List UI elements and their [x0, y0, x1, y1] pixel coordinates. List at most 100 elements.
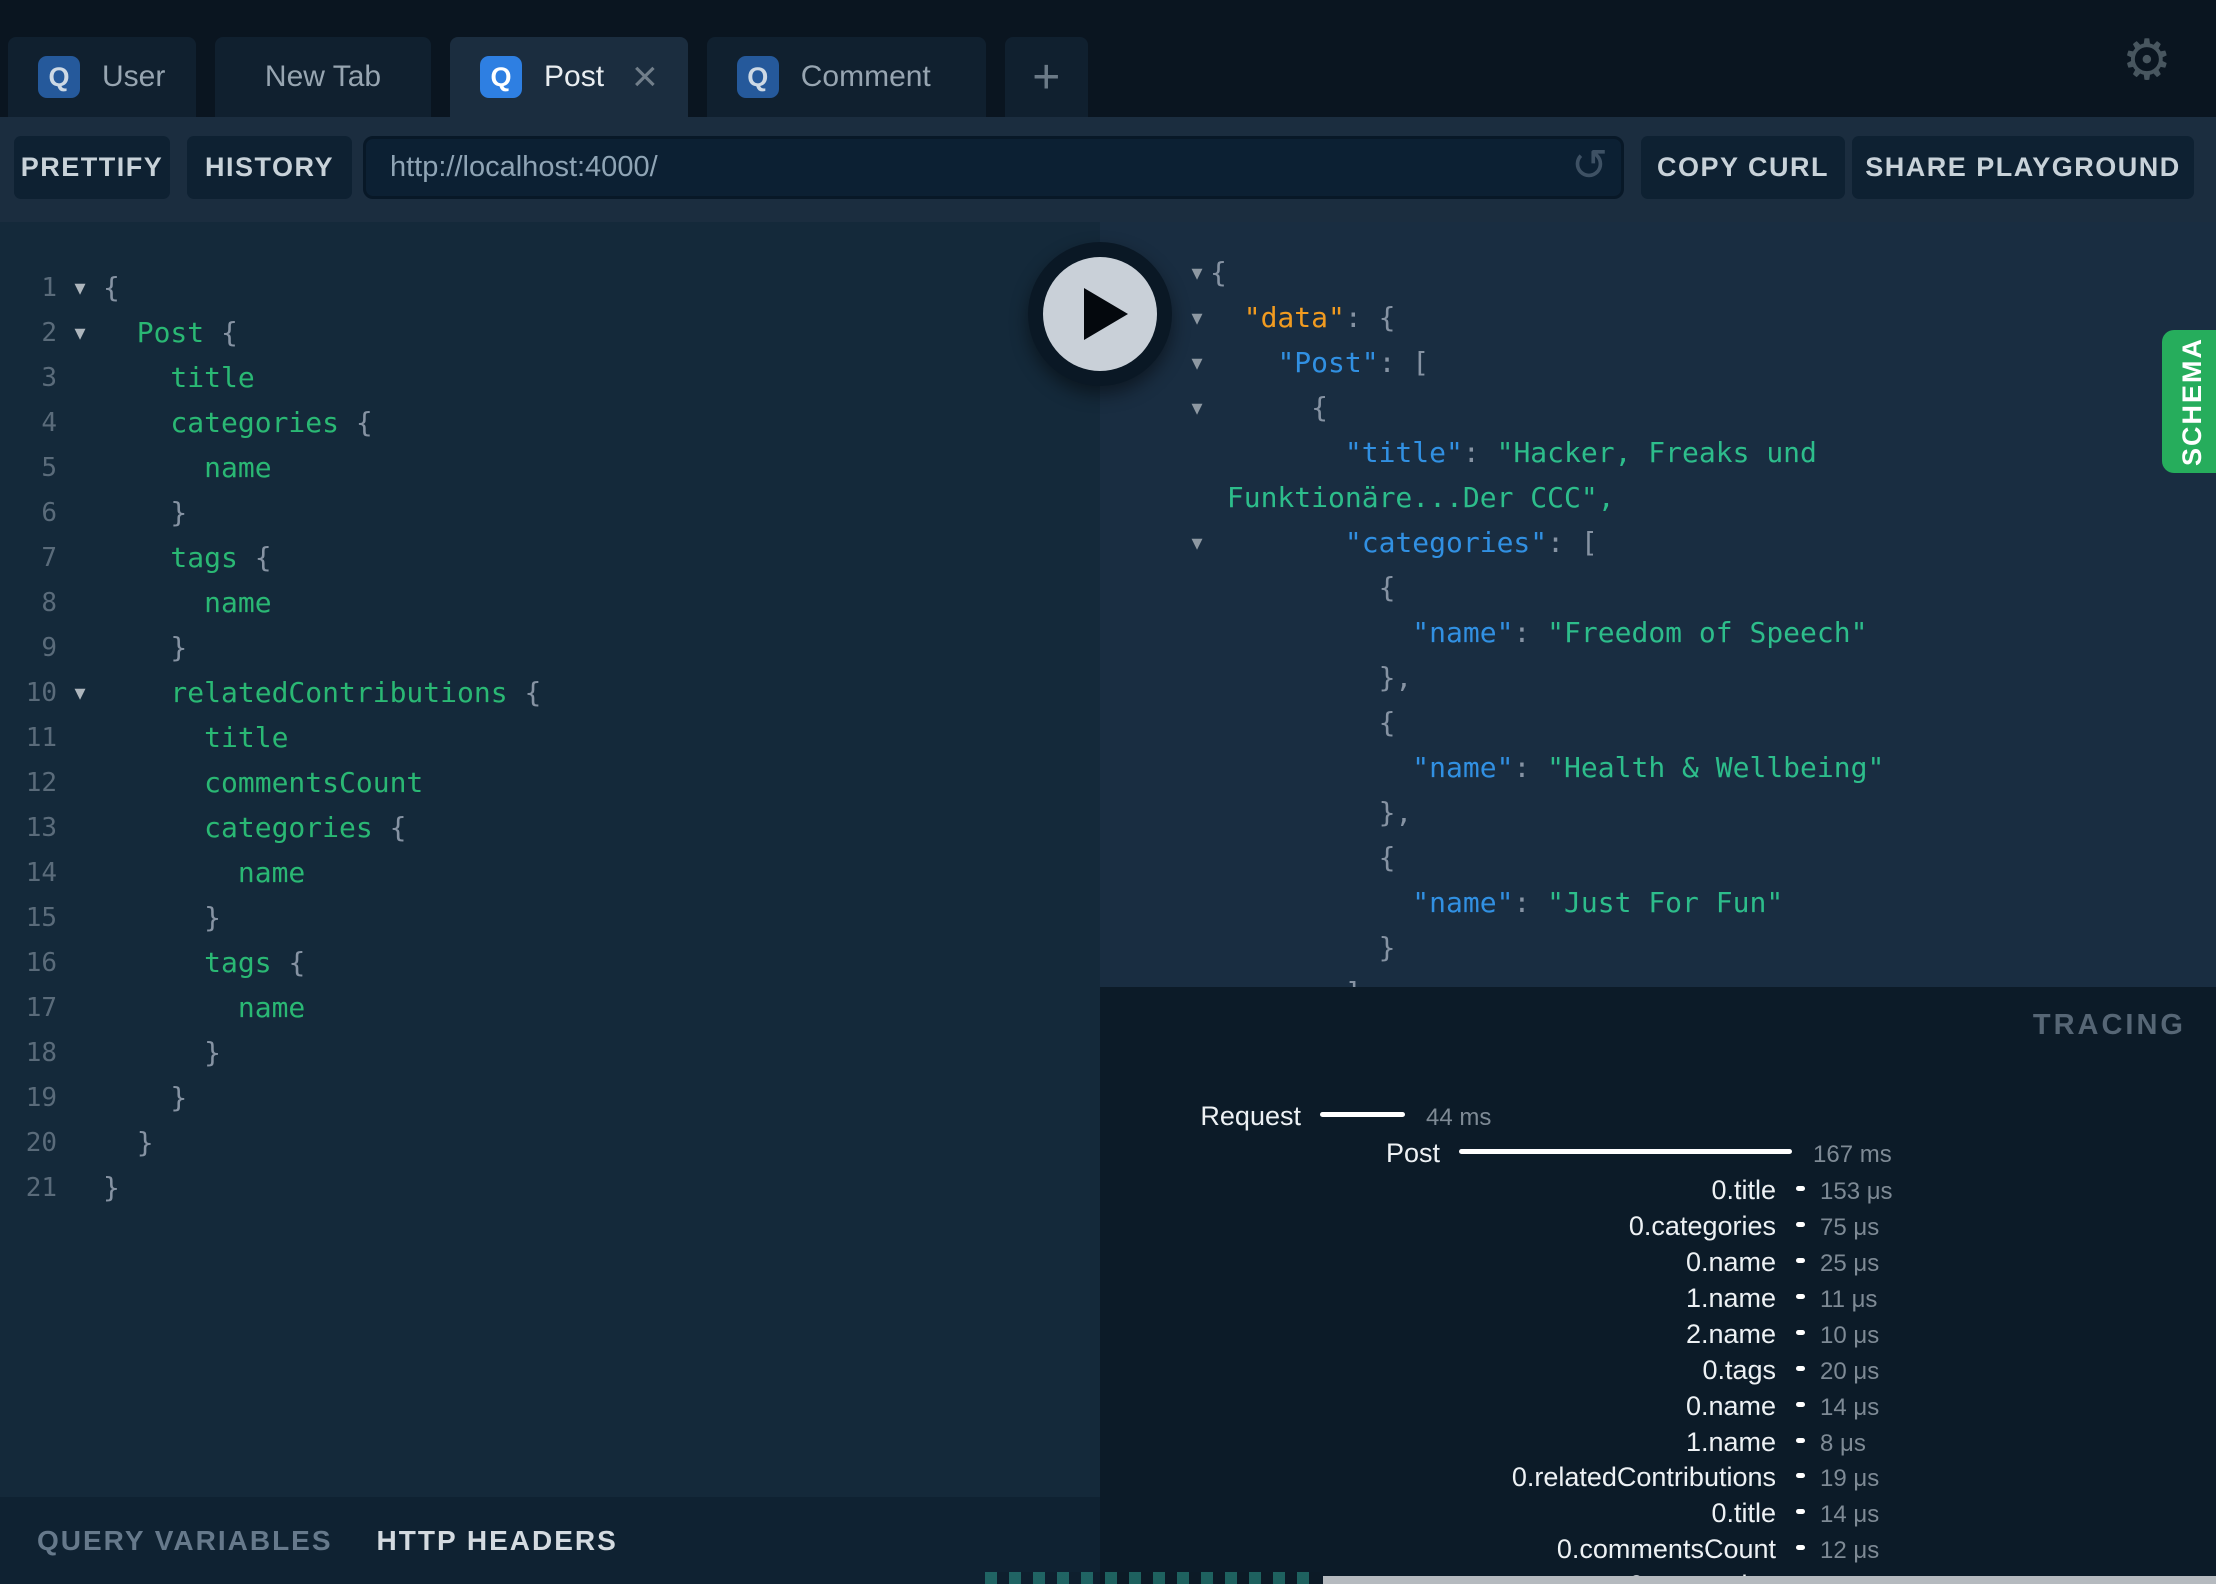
editor-code: categories { — [103, 811, 407, 844]
response-code: { — [1210, 571, 1396, 604]
response-code: "name": "Health & Wellbeing" — [1412, 751, 1885, 784]
collapse-triangle-down-icon[interactable]: ▾ — [1182, 530, 1212, 556]
collapse-triangle-down-icon[interactable]: ▾ — [1182, 395, 1212, 421]
editor-code: name — [103, 856, 306, 889]
fold-triangle-down-icon[interactable]: ▾ — [57, 680, 103, 706]
editor-line[interactable]: 19 } — [0, 1075, 1100, 1120]
response-line: "name": "Health & Wellbeing" — [1100, 745, 2216, 790]
copy-curl-button[interactable]: COPY CURL — [1641, 136, 1845, 199]
editor-line[interactable]: 6 } — [0, 490, 1100, 535]
editor-code: tags { — [103, 541, 272, 574]
clipped-content-sliver — [985, 1572, 1320, 1584]
editor-code: { — [103, 271, 120, 304]
tracing-resolver-label: Request — [1200, 1101, 1301, 1131]
prettify-button[interactable]: PRETTIFY — [14, 136, 170, 199]
execute-play-button[interactable] — [1028, 242, 1172, 386]
editor-line[interactable]: 18 } — [0, 1030, 1100, 1075]
editor-line[interactable]: 5 name — [0, 445, 1100, 490]
editor-line[interactable]: 8 name — [0, 580, 1100, 625]
collapse-triangle-down-icon[interactable]: ▾ — [1182, 260, 1212, 286]
editor-line[interactable]: 3 title — [0, 355, 1100, 400]
history-button[interactable]: HISTORY — [187, 136, 352, 199]
tracing-resolver-label: 0.title — [1711, 1498, 1776, 1528]
editor-line[interactable]: 17 name — [0, 985, 1100, 1030]
response-code: { — [1210, 391, 1329, 424]
tracing-duration-value: 12 μs — [1820, 1537, 1880, 1564]
tracing-resolver-label: 0.tags — [1702, 1355, 1776, 1385]
editor-line[interactable]: 13 categories { — [0, 805, 1100, 850]
play-icon — [1043, 257, 1157, 371]
tab-new-tab[interactable]: New Tab — [215, 37, 431, 117]
editor-code: } — [103, 1171, 120, 1204]
tracing-duration-bar — [1796, 1438, 1805, 1443]
tab-comment[interactable]: Q Comment — [706, 37, 986, 117]
editor-code: name — [103, 451, 272, 484]
settings-gear-icon[interactable]: ⚙ — [2122, 28, 2172, 93]
editor-line[interactable]: 16 tags { — [0, 940, 1100, 985]
line-number: 4 — [41, 407, 57, 438]
response-line: "name": "Just For Fun" — [1100, 880, 2216, 925]
editor-line[interactable]: 7 tags { — [0, 535, 1100, 580]
tab-post[interactable]: Q Post × — [450, 37, 688, 117]
share-playground-button[interactable]: SHARE PLAYGROUND — [1852, 136, 2194, 199]
response-code: "data": { — [1243, 301, 1396, 334]
editor-line[interactable]: 1 ▾{ — [0, 265, 1100, 310]
response-code: "categories": [ — [1344, 526, 1598, 559]
editor-line[interactable]: 15 } — [0, 895, 1100, 940]
tracing-duration-value: 25 μs — [1820, 1250, 1880, 1277]
tracing-row: 0.title 153 μs — [1100, 1175, 2216, 1209]
tracing-resolver-label: 0.name — [1685, 1247, 1776, 1277]
editor-line[interactable]: 14 name — [0, 850, 1100, 895]
response-code: ] — [1210, 976, 1362, 987]
line-number: 6 — [41, 497, 57, 528]
tracing-duration-value: 8 μs — [1820, 1430, 1866, 1457]
line-number: 9 — [41, 632, 57, 663]
editor-line[interactable]: 20 } — [0, 1120, 1100, 1165]
line-number: 16 — [25, 947, 57, 978]
tracing-resolver-label: 0.commentsCount — [1556, 1534, 1776, 1564]
editor-line[interactable]: 10 ▾ relatedContributions { — [0, 670, 1100, 715]
query-editor-pane[interactable]: 1 ▾{2 ▾ Post {3 title 4 categories {5 name 6… — [0, 222, 1100, 1497]
response-code: "name": "Freedom of Speech" — [1412, 616, 1868, 649]
tracing-duration-value: 75 μs — [1820, 1214, 1880, 1241]
editor-line[interactable]: 11 title — [0, 715, 1100, 760]
horizontal-scrollbar[interactable] — [1323, 1576, 2216, 1584]
collapse-triangle-down-icon[interactable]: ▾ — [1182, 305, 1212, 331]
close-icon[interactable]: × — [632, 55, 658, 99]
line-number: 20 — [25, 1127, 57, 1158]
tracing-duration-value: 44 ms — [1426, 1104, 1492, 1131]
tracing-duration-value: 167 ms — [1813, 1141, 1892, 1168]
tab-user[interactable]: Q User — [8, 37, 196, 117]
schema-tab[interactable]: SCHEMA — [2162, 330, 2216, 473]
endpoint-url-input[interactable] — [363, 136, 1624, 199]
editor-code: } — [103, 1126, 154, 1159]
refresh-schema-icon[interactable]: ↺ — [1571, 140, 1608, 191]
fold-triangle-down-icon[interactable]: ▾ — [57, 275, 103, 301]
response-code: }, — [1210, 661, 1413, 694]
http-headers-tab[interactable]: HTTP HEADERS — [377, 1525, 618, 1557]
editor-line[interactable]: 2 ▾ Post { — [0, 310, 1100, 355]
editor-code: } — [103, 1081, 188, 1114]
editor-line[interactable]: 4 categories { — [0, 400, 1100, 445]
response-code: { — [1210, 841, 1396, 874]
response-line: ] — [1100, 970, 2216, 987]
tracing-resolver-label: 0.title — [1711, 1175, 1776, 1205]
response-line: ▾ "data": { — [1100, 295, 2216, 340]
query-editor-lines: 1 ▾{2 ▾ Post {3 title 4 categories {5 name 6… — [0, 222, 1100, 1210]
fold-triangle-down-icon[interactable]: ▾ — [57, 320, 103, 346]
response-line: Funktionäre...Der CCC", — [1100, 475, 2216, 520]
tracing-row: 2.name 10 μs — [1100, 1319, 2216, 1353]
tracing-duration-bar — [1796, 1258, 1805, 1263]
query-variables-tab[interactable]: QUERY VARIABLES — [37, 1525, 333, 1557]
collapse-triangle-down-icon[interactable]: ▾ — [1182, 350, 1212, 376]
line-number: 19 — [25, 1082, 57, 1113]
editor-line[interactable]: 12 commentsCount — [0, 760, 1100, 805]
editor-line[interactable]: 9 } — [0, 625, 1100, 670]
tracing-resolver-label: 0.name — [1685, 1391, 1776, 1421]
tracing-duration-value: 20 μs — [1820, 1358, 1880, 1385]
tracing-resolver-label: Post — [1385, 1138, 1440, 1168]
editor-line[interactable]: 21} — [0, 1165, 1100, 1210]
add-tab-button[interactable]: + — [1004, 37, 1088, 117]
tracing-duration-bar — [1796, 1366, 1805, 1371]
tracing-resolver-label: 0.categories — [1628, 1211, 1776, 1241]
